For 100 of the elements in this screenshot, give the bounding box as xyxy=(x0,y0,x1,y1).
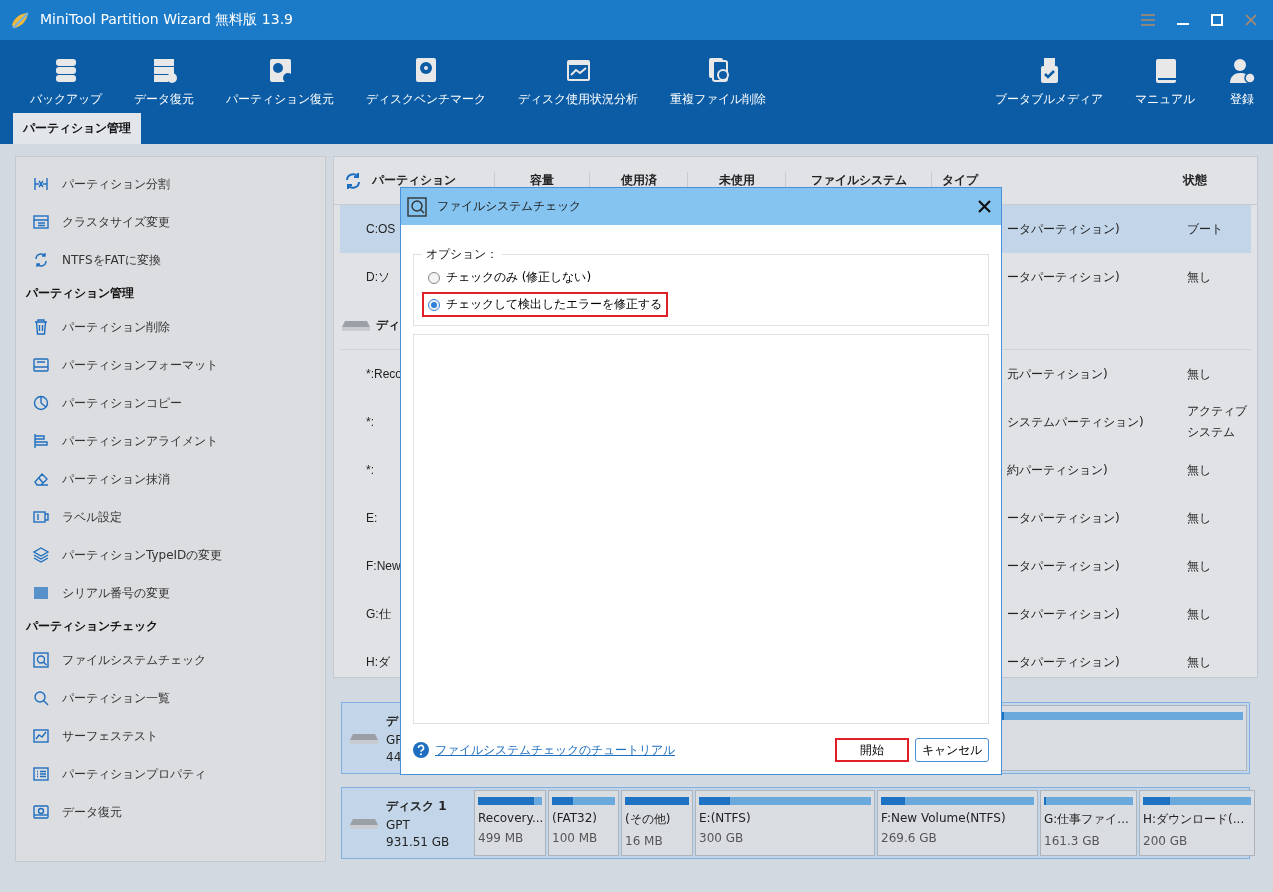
sidebar-item[interactable]: シリアル番号の変更 xyxy=(16,574,325,612)
partition-block[interactable]: F:New Volume(NTFS) 269.6 GB xyxy=(877,790,1038,856)
toolbar-button[interactable]: ディスク使用状況分析 xyxy=(502,55,654,108)
partition-type: 約パーティション) xyxy=(1007,461,1109,479)
sidebar-item[interactable]: パーティション抹消 xyxy=(16,460,325,498)
sidebar-item[interactable]: ファイルシステムチェック xyxy=(16,641,325,679)
partition-type: ータパーティション) xyxy=(1007,653,1121,671)
partition-label: (その他) xyxy=(625,811,672,828)
disk-name: ディスク 1 xyxy=(386,797,448,815)
toolbar-button[interactable]: ディスクベンチマーク xyxy=(350,55,502,108)
close-icon[interactable] xyxy=(978,200,991,213)
toolbar-button[interactable]: ブータブルメディア xyxy=(979,55,1119,108)
sidebar-item[interactable]: データ復元 xyxy=(16,793,325,831)
trash-icon xyxy=(32,318,50,336)
partition-name: G:仕 xyxy=(366,605,392,623)
disk-size: 44 xyxy=(386,749,403,764)
drive-icon xyxy=(32,803,50,821)
sidebar-heading: パーティション管理 xyxy=(25,285,135,302)
radio-option[interactable]: チェックして検出したエラーを修正する xyxy=(422,292,668,317)
toolbar-button[interactable]: マニュアル xyxy=(1119,55,1211,108)
eraser-icon xyxy=(32,470,50,488)
column-header: パーティション xyxy=(372,172,456,189)
partition-status: 無し xyxy=(1187,461,1212,479)
disk-name: ディ xyxy=(376,316,400,334)
options-label: オプション： xyxy=(425,246,499,263)
align-icon xyxy=(32,432,50,450)
toolbar-button[interactable]: 重複ファイル削除 xyxy=(654,55,782,108)
partition-block[interactable]: (FAT32) 100 MB xyxy=(548,790,619,856)
partition-size: 200 GB xyxy=(1143,834,1189,848)
partition-status: アクティブ xyxy=(1187,403,1248,420)
partition-status: 無し xyxy=(1187,653,1212,671)
sidebar-item[interactable]: パーティション一覧 xyxy=(16,679,325,717)
disk-type: GPT xyxy=(386,817,411,832)
sidebar-heading: パーティションチェック xyxy=(25,618,159,635)
partition-name: *: xyxy=(366,463,375,477)
partition-name: H:ダ xyxy=(366,653,391,671)
window-title: MiniTool Partition Wizard 無料版 13.9 xyxy=(40,11,294,29)
refresh-icon[interactable] xyxy=(344,171,362,190)
help-icon[interactable] xyxy=(413,742,429,758)
sidebar-item[interactable]: パーティションTypeIDの変更 xyxy=(16,536,325,574)
hard-drive-icon xyxy=(342,318,370,332)
partition-block[interactable]: H:ダウンロード(... 200 GB xyxy=(1139,790,1255,856)
layers-icon xyxy=(32,546,50,564)
split-icon xyxy=(32,175,50,193)
partition-block[interactable]: (その他) 16 MB xyxy=(621,790,693,856)
sidebar-item[interactable]: ラベル設定 xyxy=(16,498,325,536)
dialog-title: ファイルシステムチェック xyxy=(437,198,582,215)
partition-label: (FAT32) xyxy=(552,811,599,825)
partition-status: 無し xyxy=(1187,557,1212,575)
partition-label: F:New Volume(NTFS) xyxy=(881,811,1007,825)
disk-size: 931.51 GB xyxy=(386,834,450,849)
partition-status: 無し xyxy=(1187,268,1212,286)
radio-button[interactable] xyxy=(428,298,440,311)
hard-drive-icon xyxy=(350,816,378,830)
toolbar-button[interactable]: データ復元 xyxy=(118,55,210,108)
table-icon xyxy=(32,213,50,231)
partition-type: 元パーティション) xyxy=(1007,365,1109,383)
tab[interactable]: パーティション管理 xyxy=(13,113,141,144)
column-header: 状態 xyxy=(1181,172,1208,189)
sidebar-item[interactable]: パーティションフォーマット xyxy=(16,346,325,384)
partition-status: 無し xyxy=(1187,509,1212,527)
toolbar-button[interactable]: 登録 xyxy=(1211,55,1273,108)
partition-block[interactable]: G:仕事ファイ... 161.3 GB xyxy=(1040,790,1137,856)
partition-size: 100 MB xyxy=(552,831,599,845)
partition-type: ータパーティション) xyxy=(1007,557,1121,575)
maximize-icon[interactable] xyxy=(1211,14,1223,26)
partition-type: システムパーティション) xyxy=(1007,413,1145,431)
sidebar-item[interactable]: パーティション削除 xyxy=(16,308,325,346)
dialog-button[interactable]: 開始 xyxy=(835,738,909,762)
partition-name: *: xyxy=(366,415,375,429)
partition-label: Recovery... xyxy=(478,811,542,825)
partition-status: 無し xyxy=(1187,365,1212,383)
partition-size: 499 MB xyxy=(478,831,525,845)
radio-button[interactable] xyxy=(428,271,440,284)
partition-type: ータパーティション) xyxy=(1007,220,1121,238)
partition-size: 269.6 GB xyxy=(881,831,938,845)
disk-name: デ xyxy=(386,712,400,730)
toolbar-button[interactable]: パーティション復元 xyxy=(210,55,350,108)
sidebar-item[interactable]: パーティションコピー xyxy=(16,384,325,422)
partition-block[interactable]: Recovery... 499 MB xyxy=(474,790,546,856)
partition-block[interactable]: E:(NTFS) 300 GB xyxy=(695,790,875,856)
partition-size: 300 GB xyxy=(699,831,745,845)
list-icon xyxy=(32,765,50,783)
tutorial-link[interactable]: ファイルシステムチェックのチュートリアル xyxy=(435,741,675,759)
sidebar-item[interactable]: サーフェステスト xyxy=(16,717,325,755)
label-icon xyxy=(32,508,50,526)
sidebar-item[interactable]: パーティションプロパティ xyxy=(16,755,325,793)
sidebar-item[interactable]: クラスタサイズ変更 xyxy=(16,203,325,241)
partition-type: ータパーティション) xyxy=(1007,509,1121,527)
partition-size: 161.3 GB xyxy=(1044,834,1101,848)
dialog-button[interactable]: キャンセル xyxy=(915,738,989,762)
partition-type: ータパーティション) xyxy=(1007,605,1121,623)
radio-option[interactable]: チェックのみ (修正しない) xyxy=(422,265,598,290)
sidebar-item[interactable]: パーティション分割 xyxy=(16,165,325,203)
sidebar-item[interactable]: NTFSをFATに変換 xyxy=(16,241,325,279)
sidebar-item[interactable]: パーティションアライメント xyxy=(16,422,325,460)
chart-icon xyxy=(32,727,50,745)
toolbar-button[interactable]: バックアップ xyxy=(0,55,118,108)
app-logo-icon xyxy=(10,9,32,31)
pie-icon xyxy=(32,394,50,412)
